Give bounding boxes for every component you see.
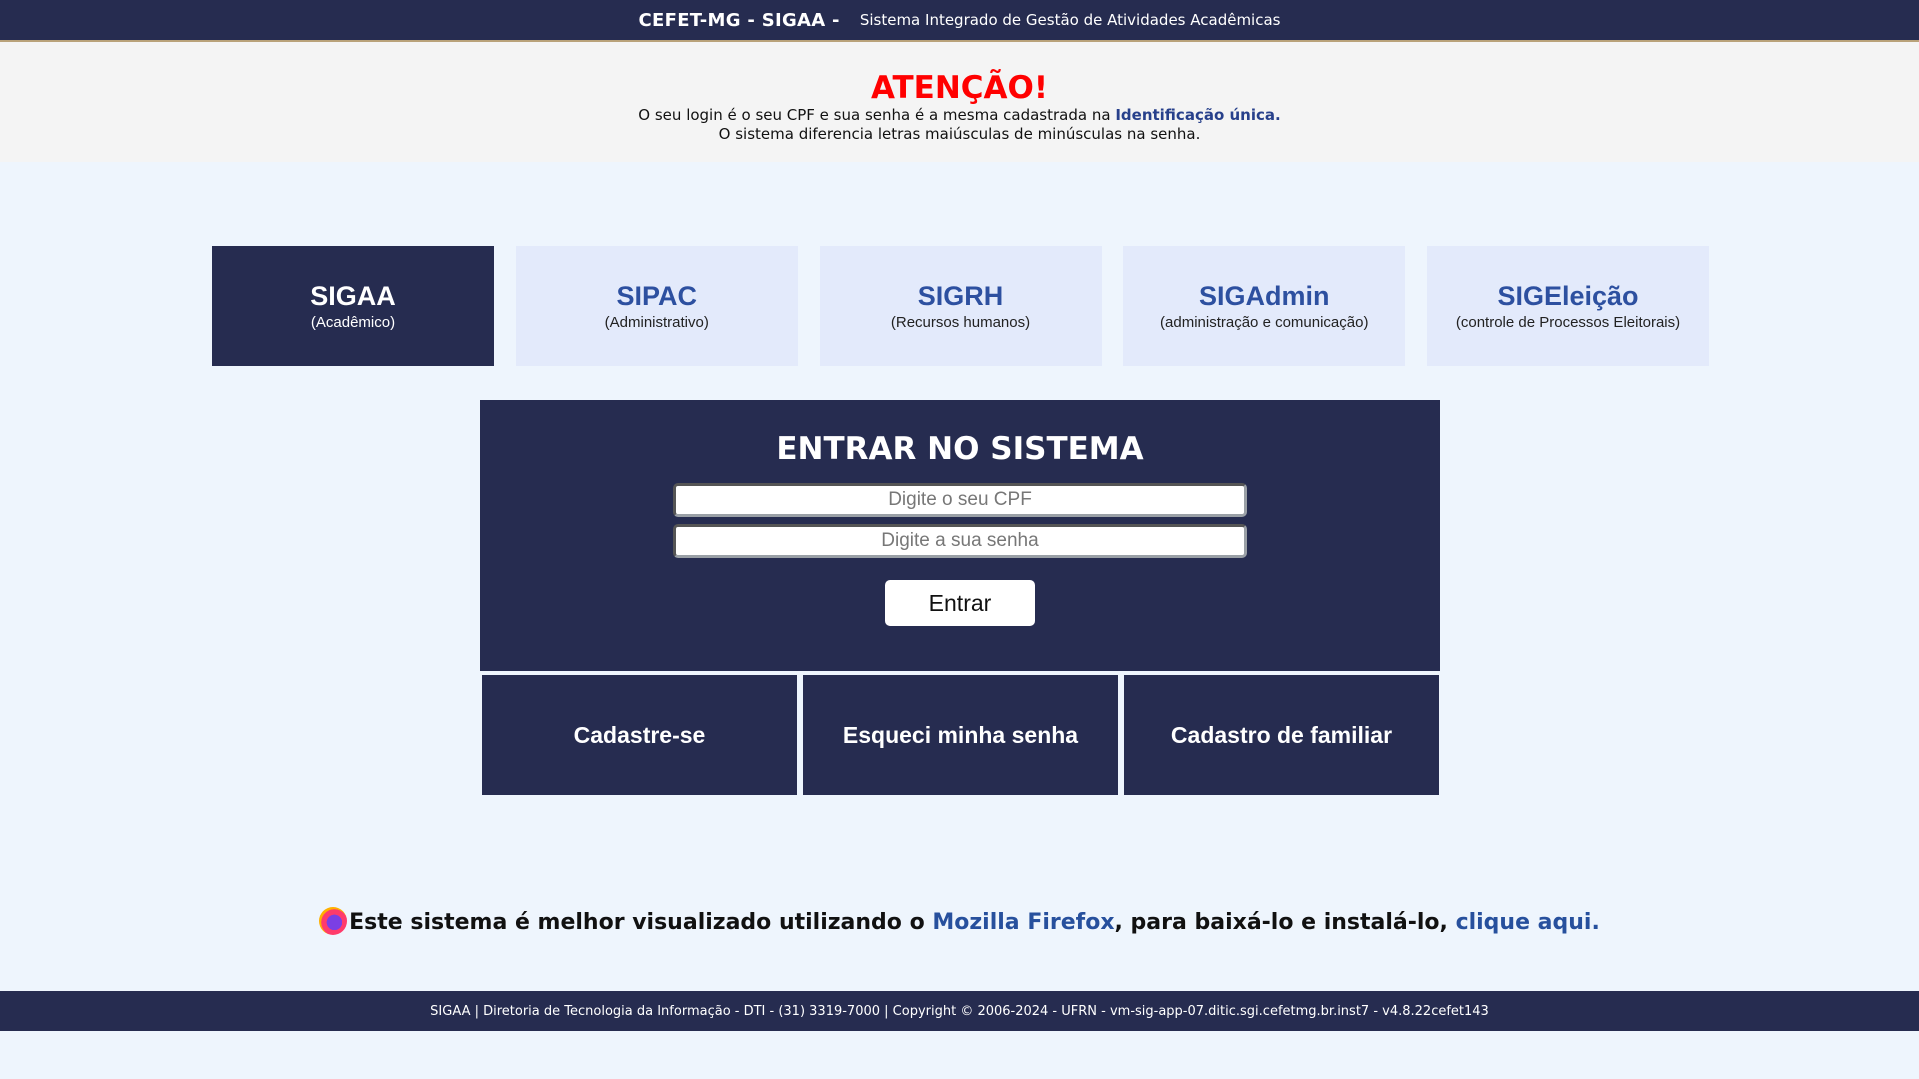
attention-panel: ATENÇÃO! O seu login é o seu CPF e sua s… (0, 42, 1919, 162)
system-card-sigadmin[interactable]: SIGAdmin (administração e comunicação) (1123, 246, 1406, 366)
attention-title: ATENÇÃO! (870, 70, 1049, 106)
system-card-sipac[interactable]: SIPAC (Administrativo) (515, 246, 798, 366)
login-heading: ENTRAR NO SISTEMA (776, 431, 1144, 467)
footer-text: SIGAA | Diretoria de Tecnologia da Infor… (430, 1003, 1489, 1019)
attention-line-1-text: O seu login é o seu CPF e sua senha é a … (638, 106, 1111, 124)
attention-line-2: O sistema diferencia letras maiúsculas d… (718, 125, 1201, 143)
family-register-button[interactable]: Cadastro de familiar (1124, 675, 1439, 795)
system-desc: (controle de Processos Eleitorais) (1455, 314, 1681, 331)
cpf-input[interactable] (673, 483, 1247, 517)
system-name: SIGRH (917, 281, 1004, 311)
account-actions: Cadastre-se Esqueci minha senha Cadastro… (482, 675, 1439, 795)
browser-note-middle: , para baixá-lo e instalá-lo, (1114, 910, 1448, 935)
identificacao-unica-link[interactable]: Identificação única. (1115, 106, 1280, 124)
system-name: SIGAA (310, 281, 396, 311)
login-button[interactable]: Entrar (885, 580, 1035, 626)
download-firefox-link[interactable]: clique aqui. (1456, 910, 1600, 935)
page-footer: SIGAA | Diretoria de Tecnologia da Infor… (0, 991, 1919, 1031)
system-name: SIPAC (616, 281, 697, 311)
system-card-sigeleicao[interactable]: SIGEleição (controle de Processos Eleito… (1427, 246, 1709, 366)
firefox-icon (319, 907, 348, 935)
system-card-sigaa[interactable]: SIGAA (Acadêmico) (212, 246, 494, 366)
header-subtitle: Sistema Integrado de Gestão de Atividade… (859, 11, 1281, 29)
system-selector: SIGAA (Acadêmico) SIPAC (Administrativo)… (212, 246, 1709, 366)
register-button[interactable]: Cadastre-se (482, 675, 797, 795)
top-header: CEFET-MG - SIGAA - Sistema Integrado de … (0, 0, 1919, 42)
system-desc: (Recursos humanos) (890, 314, 1031, 331)
system-desc: (administração e comunicação) (1160, 314, 1369, 331)
browser-recommendation: Este sistema é melhor visualizado utiliz… (0, 906, 1919, 940)
system-desc: (Acadêmico) (310, 314, 396, 331)
attention-line-1: O seu login é o seu CPF e sua senha é a … (0, 106, 1919, 125)
header-brand: CEFET-MG - SIGAA - (638, 9, 840, 31)
password-input[interactable] (673, 524, 1247, 558)
browser-note-prefix: Este sistema é melhor visualizado utiliz… (349, 910, 925, 935)
login-panel: ENTRAR NO SISTEMA Entrar (480, 400, 1440, 671)
system-desc: (Administrativo) (604, 314, 709, 331)
forgot-password-button[interactable]: Esqueci minha senha (803, 675, 1118, 795)
system-name: SIGAdmin (1198, 281, 1330, 311)
system-card-sigrh[interactable]: SIGRH (Recursos humanos) (819, 246, 1102, 366)
system-name: SIGEleição (1497, 281, 1639, 311)
mozilla-firefox-link[interactable]: Mozilla Firefox (932, 910, 1114, 935)
